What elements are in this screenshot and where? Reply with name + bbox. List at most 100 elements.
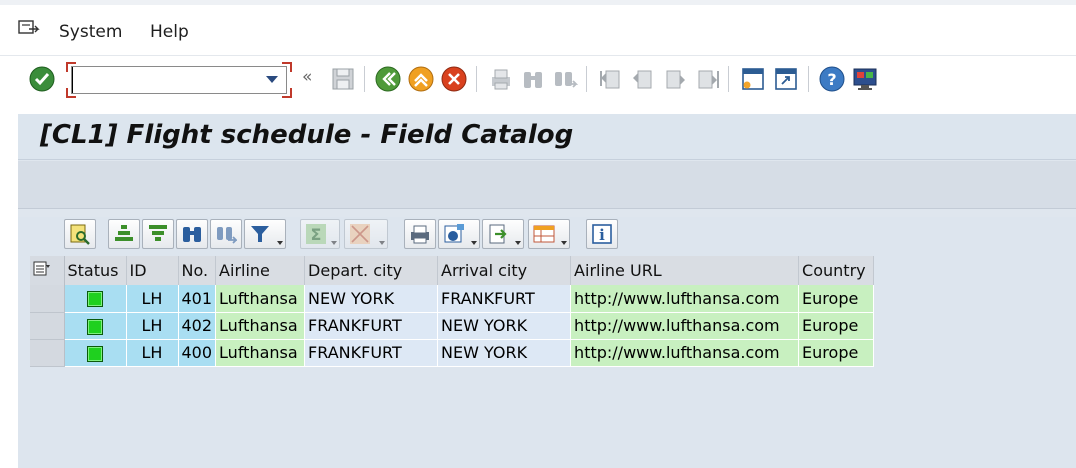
column-header-country[interactable]: Country: [798, 256, 875, 285]
information-button[interactable]: i: [586, 219, 618, 249]
find-next-icon: [217, 227, 237, 244]
select-all-cell[interactable]: [30, 256, 65, 285]
sort-ascending-icon: [115, 225, 133, 241]
depart-city-cell: FRANKFURT: [304, 312, 439, 340]
column-settings-icon[interactable]: [33, 261, 51, 277]
find-icon[interactable]: [520, 66, 546, 92]
column-header-status[interactable]: Status: [64, 256, 127, 285]
row-selector[interactable]: [30, 312, 65, 340]
separator: [364, 66, 365, 92]
airline-cell: Lufthansa: [215, 285, 306, 313]
menu-icon[interactable]: [18, 20, 40, 38]
views-icon: [444, 224, 464, 243]
airline-url-cell[interactable]: http://www.lufthansa.com: [570, 285, 800, 313]
menu-system[interactable]: System: [59, 22, 122, 42]
next-page-icon[interactable]: [662, 66, 688, 92]
find-next-button[interactable]: [210, 219, 242, 249]
country-cell: Europe: [798, 285, 875, 313]
last-page-icon[interactable]: [694, 66, 720, 92]
svg-text:?: ?: [827, 70, 836, 89]
arrival-city-cell: NEW YORK: [437, 339, 572, 367]
sort-descending-icon: [149, 225, 167, 241]
customize-layout-icon[interactable]: [852, 66, 878, 92]
id-cell: LH: [126, 285, 179, 313]
dropdown-arrow: [561, 241, 567, 245]
status-cell: [64, 312, 127, 340]
back-icon[interactable]: [375, 66, 401, 92]
table-row[interactable]: LH 400 Lufthansa FRANKFURT NEW YORK http…: [30, 339, 875, 367]
find-next-icon[interactable]: [552, 66, 578, 92]
dropdown-arrow: [379, 241, 385, 245]
table-row[interactable]: LH 402 Lufthansa FRANKFURT NEW YORK http…: [30, 312, 875, 340]
layout-button[interactable]: [528, 219, 570, 249]
no-cell: 402: [178, 312, 217, 340]
info-icon: i: [592, 224, 612, 244]
details-icon: [70, 224, 90, 245]
page-title: [CL1] Flight schedule - Field Catalog: [40, 120, 574, 150]
collapse-chevron-icon[interactable]: «: [302, 67, 312, 87]
previous-page-icon[interactable]: [630, 66, 656, 92]
find-icon: [183, 227, 201, 242]
separator: [728, 66, 729, 92]
column-header-no[interactable]: No.: [178, 256, 217, 285]
enter-check-icon[interactable]: [29, 66, 55, 92]
views-button[interactable]: [438, 219, 480, 249]
exit-icon[interactable]: [408, 66, 434, 92]
subtotal-button[interactable]: [344, 219, 388, 249]
filter-icon: [251, 226, 269, 242]
command-field[interactable]: [66, 62, 292, 98]
chevron-down-icon[interactable]: [266, 76, 278, 83]
table-header-row: Status ID No. Airline Depart. city Arriv…: [30, 256, 875, 285]
column-header-airline[interactable]: Airline: [215, 256, 306, 285]
svg-text:i: i: [599, 226, 605, 244]
sort-descending-button[interactable]: [142, 219, 174, 249]
command-input[interactable]: [72, 67, 262, 93]
save-icon[interactable]: [330, 66, 356, 92]
filter-button[interactable]: [244, 219, 286, 249]
row-selector[interactable]: [30, 339, 65, 367]
no-cell: 401: [178, 285, 217, 313]
id-cell: LH: [126, 339, 179, 367]
depart-city-cell: FRANKFURT: [304, 339, 439, 367]
menu-bar: System Help: [0, 0, 1076, 56]
column-header-airline-url[interactable]: Airline URL: [570, 256, 800, 285]
depart-city-cell: NEW YORK: [304, 285, 439, 313]
print-icon[interactable]: [488, 66, 514, 92]
total-button[interactable]: Σ: [300, 219, 340, 249]
dropdown-arrow: [277, 241, 283, 245]
print-preview-button[interactable]: [404, 219, 436, 249]
separator: [476, 66, 477, 92]
create-shortcut-icon[interactable]: [773, 66, 799, 92]
export-icon: [489, 224, 507, 244]
first-page-icon[interactable]: [598, 66, 624, 92]
row-selector[interactable]: [30, 285, 65, 313]
sort-ascending-button[interactable]: [108, 219, 140, 249]
status-green-icon: [87, 345, 103, 362]
find-button[interactable]: [176, 219, 208, 249]
id-cell: LH: [126, 312, 179, 340]
country-cell: Europe: [798, 339, 875, 367]
table-row[interactable]: LH 401 Lufthansa NEW YORK FRANKFURT http…: [30, 285, 875, 313]
airline-cell: Lufthansa: [215, 312, 306, 340]
help-icon[interactable]: ?: [819, 66, 845, 92]
column-header-depart-city[interactable]: Depart. city: [304, 256, 439, 285]
details-button[interactable]: [64, 219, 96, 249]
airline-url-cell[interactable]: http://www.lufthansa.com: [570, 339, 800, 367]
print-icon: [411, 225, 429, 244]
top-strip: [0, 0, 1076, 5]
separator: [586, 66, 587, 92]
airline-url-cell[interactable]: http://www.lufthansa.com: [570, 312, 800, 340]
alv-grid-area: Σ i Status ID No. Airline Depart. city A…: [18, 217, 1076, 468]
column-header-id[interactable]: ID: [126, 256, 179, 285]
dropdown-arrow: [515, 241, 521, 245]
new-session-icon[interactable]: [740, 66, 766, 92]
export-button[interactable]: [482, 219, 524, 249]
cancel-icon[interactable]: [441, 66, 467, 92]
separator: [808, 66, 809, 92]
flight-table: Status ID No. Airline Depart. city Arriv…: [30, 256, 875, 367]
menu-help[interactable]: Help: [150, 22, 189, 42]
column-header-arrival-city[interactable]: Arrival city: [437, 256, 572, 285]
title-bar: [CL1] Flight schedule - Field Catalog: [18, 114, 1076, 160]
status-cell: [64, 285, 127, 313]
command-input-box[interactable]: [71, 66, 287, 94]
